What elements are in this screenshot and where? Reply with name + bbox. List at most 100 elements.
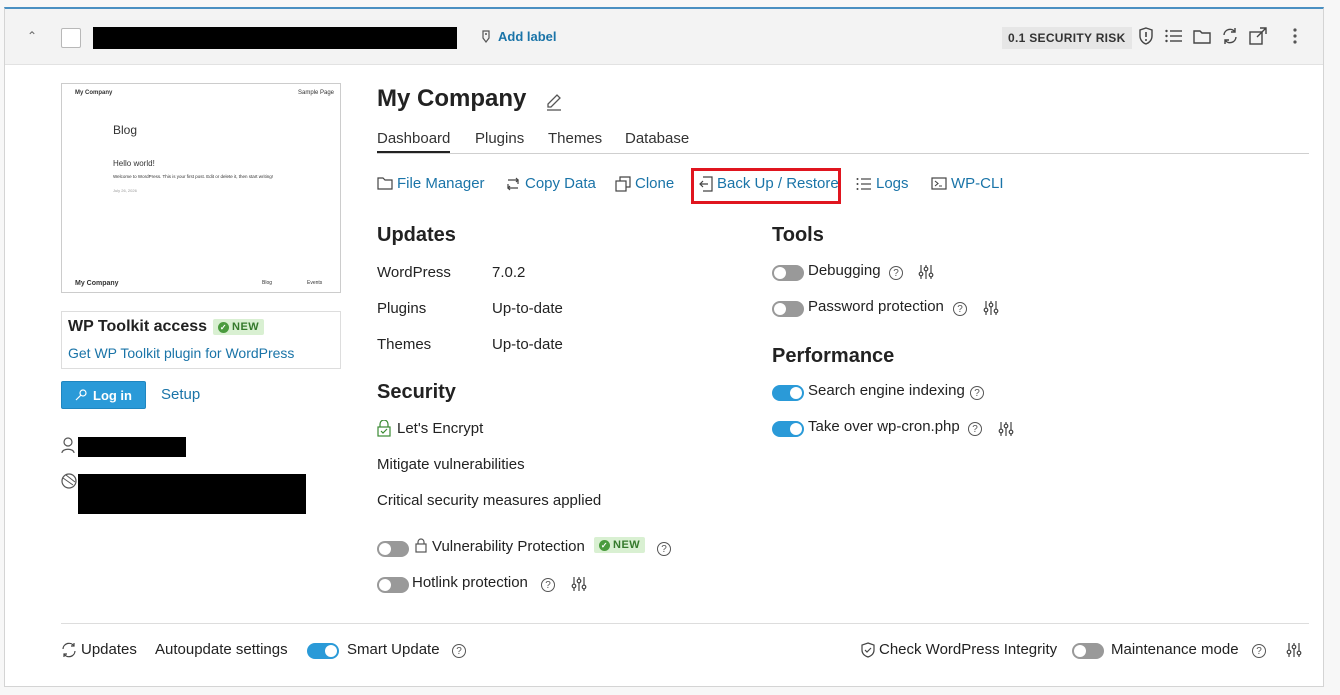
- tab-themes[interactable]: Themes: [548, 130, 602, 147]
- copy-data-link[interactable]: Copy Data: [505, 175, 596, 192]
- preview-post-excerpt: Welcome to WordPress. This is your first…: [113, 174, 274, 179]
- wp-cli-label: WP-CLI: [951, 175, 1004, 192]
- add-label-text: Add label: [498, 29, 557, 44]
- copy-data-label: Copy Data: [525, 175, 596, 192]
- copy-data-icon: [507, 177, 519, 190]
- preview-footer-events: Events: [307, 280, 323, 286]
- mitigate-vulnerabilities-link[interactable]: Mitigate vulnerabilities: [377, 456, 525, 473]
- site-preview-thumbnail[interactable]: My Company Sample Page Blog Hello world!…: [61, 83, 341, 293]
- new-badge: ✓ NEW: [213, 319, 265, 335]
- security-heading: Security: [377, 381, 456, 403]
- tab-database[interactable]: Database: [625, 130, 689, 147]
- site-title: My Company: [377, 85, 527, 112]
- lock-icon: [415, 538, 427, 553]
- wp-cron-settings-sliders-icon[interactable]: [998, 421, 1014, 437]
- vuln-badge-text: NEW: [613, 539, 641, 551]
- check-wordpress-integrity-link[interactable]: Check WordPress Integrity: [879, 641, 1057, 658]
- wp-toolkit-access-box: WP Toolkit access ✓ NEW Get WP Toolkit pl…: [61, 311, 341, 369]
- hotlink-settings-sliders-icon[interactable]: [571, 576, 587, 592]
- file-manager-label: File Manager: [397, 175, 485, 192]
- list-icon[interactable]: [1164, 26, 1184, 46]
- clone-icon: [615, 175, 631, 192]
- logs-list-icon: [856, 177, 871, 190]
- wp-cron-label: Take over wp-cron.php: [808, 418, 960, 435]
- smart-update-help-icon[interactable]: ?: [452, 644, 466, 658]
- password-protection-label: Password protection: [808, 298, 944, 315]
- select-site-checkbox[interactable]: [61, 28, 81, 48]
- back-up-restore-link[interactable]: Back Up / Restore: [699, 175, 839, 192]
- search-engine-indexing-toggle[interactable]: [772, 385, 804, 401]
- logs-link[interactable]: Logs: [856, 175, 909, 192]
- check-icon: ✓: [599, 539, 610, 551]
- hotlink-protection-label: Hotlink protection: [412, 574, 528, 591]
- updates-themes-value: Up-to-date: [492, 336, 563, 353]
- critical-security-measures-link[interactable]: Critical security measures applied: [377, 492, 601, 509]
- debugging-settings-sliders-icon[interactable]: [918, 264, 934, 280]
- clone-label: Clone: [635, 175, 675, 192]
- debugging-help-icon[interactable]: ?: [889, 266, 903, 280]
- autoupdate-settings-link[interactable]: Autoupdate settings: [155, 641, 288, 658]
- search-engine-indexing-help-icon[interactable]: ?: [970, 386, 984, 400]
- tag-icon: [482, 30, 490, 43]
- security-risk-badge[interactable]: 0.1 SECURITY RISK: [1002, 27, 1132, 49]
- wp-cron-help-icon[interactable]: ?: [968, 422, 982, 436]
- collapse-chevron-icon[interactable]: ⌃: [27, 29, 37, 43]
- preview-site-name: My Company: [75, 90, 113, 96]
- refresh-icon[interactable]: [1220, 26, 1240, 46]
- password-protection-toggle[interactable]: [772, 301, 804, 317]
- log-in-label: Log in: [93, 387, 132, 403]
- debugging-toggle[interactable]: [772, 265, 804, 281]
- redacted-username: [78, 437, 186, 457]
- password-protection-help-icon[interactable]: ?: [953, 302, 967, 316]
- new-badge-text: NEW: [232, 321, 260, 333]
- updates-plugins-label: Plugins: [377, 300, 427, 317]
- globe-icon: [61, 473, 77, 489]
- updates-heading: Updates: [377, 224, 456, 246]
- ssl-lock-icon: [377, 420, 391, 437]
- get-wp-toolkit-plugin-link[interactable]: Get WP Toolkit plugin for WordPress: [68, 345, 294, 361]
- updates-plugins-value: Up-to-date: [492, 300, 563, 317]
- log-in-button[interactable]: Log in: [61, 381, 146, 409]
- preview-sample-page: Sample Page: [298, 90, 335, 96]
- vulnerability-protection-label: Vulnerability Protection: [432, 538, 585, 555]
- user-icon: [61, 437, 75, 454]
- edit-pencil-icon[interactable]: [545, 93, 563, 111]
- updates-link[interactable]: Updates: [81, 641, 137, 658]
- key-icon: [75, 389, 87, 401]
- add-label-button[interactable]: Add label: [480, 29, 557, 44]
- vulnerability-protection-help-icon[interactable]: ?: [657, 542, 671, 556]
- smart-update-toggle[interactable]: [307, 643, 339, 659]
- tab-dashboard[interactable]: Dashboard: [377, 130, 451, 153]
- vulnerability-protection-toggle[interactable]: [377, 541, 409, 557]
- preview-blog-heading: Blog: [113, 123, 138, 137]
- preview-footer-site-name: My Company: [75, 280, 119, 287]
- integrity-shield-icon: [861, 642, 875, 658]
- clone-link[interactable]: Clone: [615, 175, 674, 192]
- setup-link[interactable]: Setup: [161, 386, 200, 403]
- password-settings-sliders-icon[interactable]: [983, 300, 999, 316]
- hotlink-protection-help-icon[interactable]: ?: [541, 578, 555, 592]
- preview-post-date: July 26, 2026: [113, 188, 137, 193]
- maintenance-settings-sliders-icon[interactable]: [1286, 642, 1302, 658]
- smart-update-label: Smart Update: [347, 641, 440, 658]
- terminal-icon: [931, 177, 947, 190]
- shield-icon[interactable]: [1136, 26, 1156, 46]
- maintenance-mode-label: Maintenance mode: [1111, 641, 1239, 658]
- updates-wordpress-value: 7.0.2: [492, 264, 526, 281]
- folder-icon[interactable]: [1192, 26, 1212, 46]
- wp-cron-toggle[interactable]: [772, 421, 804, 437]
- tab-plugins[interactable]: Plugins: [475, 130, 524, 147]
- folder-icon: [377, 177, 393, 190]
- redacted-url: [78, 474, 306, 514]
- maintenance-mode-toggle[interactable]: [1072, 643, 1104, 659]
- performance-heading: Performance: [772, 345, 895, 367]
- preview-post-title: Hello world!: [113, 159, 155, 168]
- more-options-icon[interactable]: [1285, 26, 1305, 46]
- maintenance-mode-help-icon[interactable]: ?: [1252, 644, 1266, 658]
- tools-heading: Tools: [772, 224, 824, 246]
- redacted-domain: [93, 27, 457, 49]
- wp-cli-link[interactable]: WP-CLI: [931, 175, 1004, 192]
- external-link-icon[interactable]: [1248, 26, 1268, 46]
- file-manager-link[interactable]: File Manager: [377, 175, 485, 192]
- hotlink-protection-toggle[interactable]: [377, 577, 409, 593]
